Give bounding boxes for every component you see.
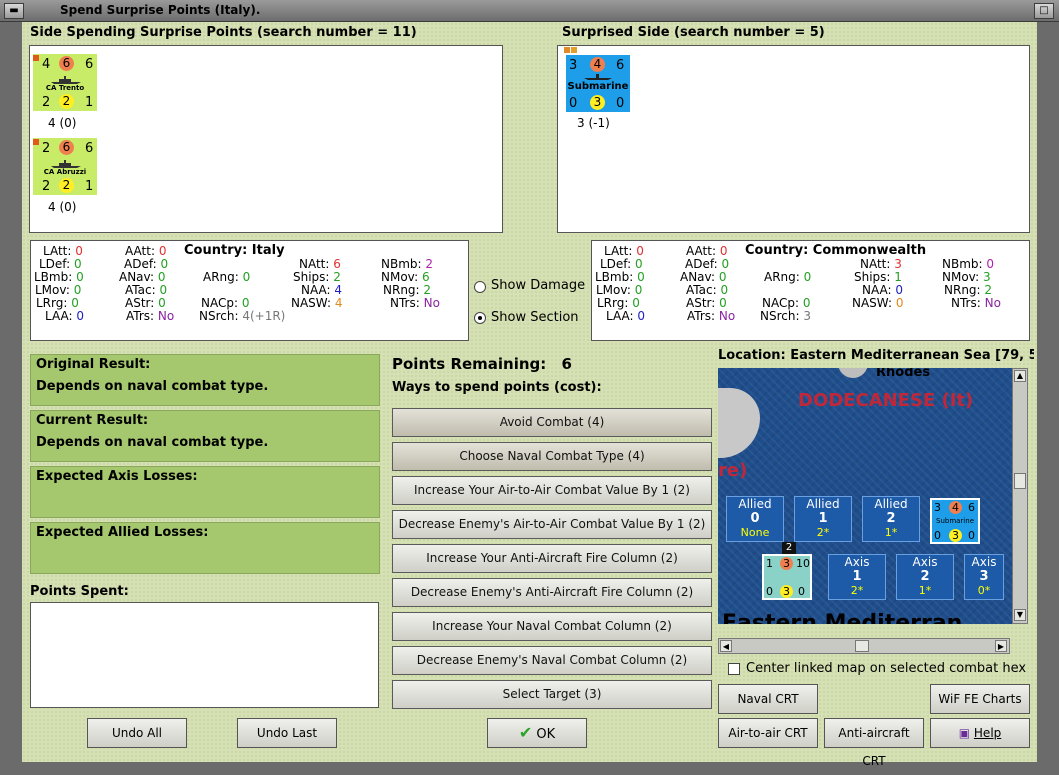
allied-box[interactable]: Allied 1 2* <box>794 496 852 542</box>
original-result-panel: Original Result: Depends on naval combat… <box>30 354 380 406</box>
stack-count: 2 <box>782 542 796 554</box>
map-vertical-scrollbar[interactable]: ▲ ▼ <box>1012 368 1028 624</box>
points-remaining: Points Remaining: 6 <box>392 355 572 373</box>
region-label: DODECANESE (It) <box>798 390 974 411</box>
expected-axis-losses-panel: Expected Axis Losses: <box>30 466 380 518</box>
flag-marker <box>571 47 577 53</box>
check-icon: ✔ <box>518 723 533 742</box>
ways-label: Ways to spend points (cost): <box>392 380 602 395</box>
ship-silhouette-icon <box>51 76 81 84</box>
scroll-left-icon[interactable]: ◀ <box>720 640 732 652</box>
submarine-silhouette-icon <box>584 74 612 80</box>
help-book-icon: ▣ <box>958 726 971 740</box>
place-label: Rhodes <box>876 368 931 380</box>
expected-allied-losses-panel: Expected Allied Losses: <box>30 522 380 574</box>
mini-map[interactable]: Rhodes DODECANESE (It) re) Allied 0 None… <box>718 368 1012 624</box>
show-damage-label[interactable]: Show Damage <box>491 278 585 293</box>
select-target-button[interactable]: Select Target (3) <box>392 680 712 709</box>
unit-counter[interactable]: 3 4 6 Submarine 0 3 0 <box>566 55 630 112</box>
flag-marker <box>33 55 39 61</box>
axis-box[interactable]: Axis 2 1* <box>896 554 954 600</box>
edge-label: re) <box>718 460 748 481</box>
avoid-combat-button[interactable]: Avoid Combat (4) <box>392 408 712 437</box>
flag-marker <box>33 139 39 145</box>
wif-fe-charts-button[interactable]: WiF FE Charts <box>930 684 1030 714</box>
map-horizontal-scrollbar[interactable]: ◀ ▶ <box>718 638 1010 654</box>
points-spent-label: Points Spent: <box>30 584 129 599</box>
points-remaining-value: 6 <box>561 355 572 373</box>
dialog-body: Side Spending Surprise Points (search nu… <box>22 22 1037 768</box>
spending-units-panel: 4 6 6 CA Trento 2 2 1 4 (0) 2 6 6 CA Abr… <box>29 45 503 233</box>
unit-counter[interactable]: 4 6 6 CA Trento 2 2 1 <box>33 54 97 111</box>
air-to-air-crt-button[interactable]: Air-to-air CRT <box>718 718 818 748</box>
decrease-enemy-naval-combat-button[interactable]: Decrease Enemy's Naval Combat Column (2) <box>392 646 712 675</box>
show-section-label[interactable]: Show Section <box>491 310 579 325</box>
window-menu-icon[interactable]: ▬ <box>4 3 24 19</box>
scroll-right-icon[interactable]: ▶ <box>995 640 1007 652</box>
map-unit-axis[interactable]: 1 3 10 0 3 0 <box>762 554 812 600</box>
map-unit-submarine[interactable]: 3 4 6 Submarine 0 3 0 <box>930 498 980 544</box>
island <box>838 368 868 378</box>
center-linked-label[interactable]: Center linked map on selected combat hex <box>746 661 1026 676</box>
map-location-label: Location: Eastern Mediterranean Sea [79,… <box>718 348 1034 363</box>
spending-side-header: Side Spending Surprise Points (search nu… <box>30 25 417 40</box>
naval-crt-button[interactable]: Naval CRT <box>718 684 818 714</box>
undo-all-button[interactable]: Undo All <box>87 718 187 748</box>
decrease-enemy-air-to-air-button[interactable]: Decrease Enemy's Air-to-Air Combat Value… <box>392 510 712 539</box>
scroll-up-icon[interactable]: ▲ <box>1014 370 1026 382</box>
stats-panel-commonwealth: LAtt: 0 LDef: 0 LBmb: 0 LMov: 0 LRrg: 0 … <box>591 240 1030 341</box>
unit-counter[interactable]: 2 6 6 CA Abruzzi 2 2 1 <box>33 138 97 195</box>
land-mass <box>718 388 760 458</box>
increase-air-to-air-button[interactable]: Increase Your Air-to-Air Combat Value By… <box>392 476 712 505</box>
decrease-enemy-aa-fire-button[interactable]: Decrease Enemy's Anti-Aircraft Fire Colu… <box>392 578 712 607</box>
spend-options-list: Avoid Combat (4) Choose Naval Combat Typ… <box>392 408 712 709</box>
ship-silhouette-icon <box>51 160 81 168</box>
allied-box[interactable]: Allied 2 1* <box>862 496 920 542</box>
sea-label: Eastern Mediterran <box>722 611 963 624</box>
points-spent-list[interactable] <box>30 602 379 708</box>
help-button[interactable]: ▣ Help <box>930 718 1030 748</box>
country-label: Country: Italy <box>184 243 285 258</box>
surprised-units-panel: 3 4 6 Submarine 0 3 0 3 (-1) <box>557 45 1030 233</box>
increase-naval-combat-button[interactable]: Increase Your Naval Combat Column (2) <box>392 612 712 641</box>
show-section-radio[interactable] <box>474 312 486 324</box>
stats-panel-italy: LAtt: 0 LDef: 0 LBmb: 0 LMov: 0 LRrg: 0 … <box>30 240 469 341</box>
ok-button[interactable]: ✔ OK <box>487 718 587 748</box>
anti-aircraft-crt-button[interactable]: Anti-aircraft CRT <box>824 718 924 768</box>
choose-naval-combat-type-button[interactable]: Choose Naval Combat Type (4) <box>392 442 712 471</box>
allied-box[interactable]: Allied 0 None <box>726 496 784 542</box>
current-result-panel: Current Result: Depends on naval combat … <box>30 410 380 462</box>
axis-box[interactable]: Axis 3 0* <box>964 554 1004 600</box>
axis-box[interactable]: Axis 1 2* <box>828 554 886 600</box>
center-linked-checkbox[interactable] <box>728 663 740 675</box>
country-label: Country: Commonwealth <box>745 243 927 258</box>
unit-caption: 4 (0) <box>48 116 77 130</box>
surprised-side-header: Surprised Side (search number = 5) <box>562 25 825 40</box>
unit-caption: 4 (0) <box>48 200 77 214</box>
scroll-thumb[interactable] <box>855 640 869 652</box>
show-damage-radio[interactable] <box>474 281 486 293</box>
scroll-down-icon[interactable]: ▼ <box>1014 609 1026 621</box>
window-title: Spend Surprise Points (Italy). <box>60 3 261 17</box>
title-bar: ▬ Spend Surprise Points (Italy). □ <box>0 0 1059 22</box>
scroll-thumb[interactable] <box>1014 473 1026 489</box>
unit-caption: 3 (-1) <box>577 116 610 130</box>
increase-aa-fire-button[interactable]: Increase Your Anti-Aircraft Fire Column … <box>392 544 712 573</box>
maximize-icon[interactable]: □ <box>1034 3 1054 19</box>
flag-marker <box>564 47 570 53</box>
undo-last-button[interactable]: Undo Last <box>237 718 337 748</box>
